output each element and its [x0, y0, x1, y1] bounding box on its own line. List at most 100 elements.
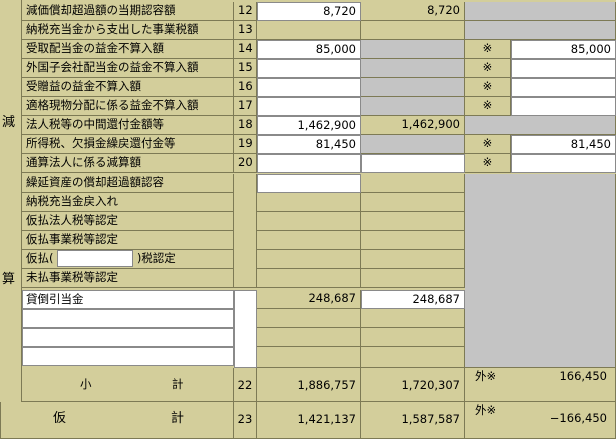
row-number: 13 — [234, 21, 257, 40]
row-label: 納税充当金戻入れ — [22, 193, 234, 212]
outflow-disabled — [465, 116, 616, 135]
row-number: 17 — [234, 97, 257, 116]
row-label: 受贈益の益金不算入額 — [22, 78, 234, 97]
row-label: 納税充当金から支出した事業税額 — [22, 21, 234, 40]
retained-input[interactable] — [361, 154, 465, 173]
retained-input — [361, 97, 465, 116]
number-blank — [234, 174, 257, 288]
retained-input — [361, 21, 465, 40]
total-input[interactable]: 85,000 — [257, 40, 361, 59]
outflow-input[interactable] — [511, 78, 616, 97]
retained-input — [361, 78, 465, 97]
total-input — [257, 21, 361, 40]
free-row-retained[interactable] — [361, 347, 465, 368]
side-label-gen: 減 — [2, 115, 16, 130]
karibarai-tax-input[interactable] — [57, 250, 134, 267]
row-label: 法人税等の中間還付金額等 — [22, 116, 234, 135]
row-number: 16 — [234, 78, 257, 97]
row-label: 適格現物分配に係る益金不算入額 — [22, 97, 234, 116]
free-row-total[interactable]: 248,687 — [257, 290, 361, 309]
total-cell — [257, 250, 361, 269]
subtotal-outflow: 166,450 — [559, 369, 607, 383]
retained-cell — [361, 193, 465, 212]
outflow-input[interactable] — [511, 59, 616, 78]
row-number: 14 — [234, 40, 257, 59]
outflow-input[interactable]: 81,450 — [511, 135, 616, 154]
outflow-disabled — [465, 21, 616, 40]
total-input[interactable]: 1,462,900 — [257, 116, 361, 135]
total-input[interactable]: 81,450 — [257, 135, 361, 154]
retained-input — [361, 59, 465, 78]
free-row-retained[interactable] — [361, 309, 465, 328]
provisional-label-a: 仮 — [53, 411, 67, 426]
row-number: 20 — [234, 154, 257, 173]
provisional-retained: 1,587,587 — [361, 402, 465, 439]
retained-input — [361, 135, 465, 154]
retained-cell — [361, 174, 465, 193]
outflow-input[interactable] — [511, 97, 616, 116]
free-row-label-input[interactable] — [22, 328, 234, 347]
total-input[interactable] — [257, 78, 361, 97]
subtotal-number: 22 — [234, 368, 257, 402]
outflow-flag: ※ — [465, 59, 511, 78]
row-label: 繰延資産の償却超過額認容 — [22, 174, 234, 193]
karibarai-row: 仮払( )税認定 — [22, 250, 234, 269]
total-cell — [257, 269, 361, 288]
retained-input: 8,720 — [361, 2, 465, 21]
free-row-label-input[interactable]: 貸倒引当金 — [22, 290, 234, 309]
outflow-flag: ※ — [465, 154, 511, 173]
provisional-number: 23 — [234, 402, 257, 439]
provisional-total: 1,421,137 — [257, 402, 361, 439]
subtotal-outflow-cell: 外※ 166,450 — [465, 368, 616, 402]
free-row-total[interactable] — [257, 309, 361, 328]
category-column — [0, 0, 22, 439]
row-label: 所得税、欠損金繰戻還付金等 — [22, 135, 234, 154]
provisional-flag: 外※ — [475, 403, 497, 417]
free-row-total[interactable] — [257, 347, 361, 368]
disposal-disabled-block — [465, 174, 616, 368]
retained-input: 1,462,900 — [361, 116, 465, 135]
outflow-flag: ※ — [465, 78, 511, 97]
total-input[interactable]: 8,720 — [257, 2, 361, 21]
total-cell — [257, 231, 361, 250]
row-label: 未払事業税等認定 — [22, 269, 234, 288]
total-input[interactable] — [257, 97, 361, 116]
outflow-flag: ※ — [465, 135, 511, 154]
provisional-outflow-cell: 外※ −166,450 — [465, 402, 616, 439]
subtotal-retained: 1,720,307 — [361, 368, 465, 402]
outflow-flag: ※ — [465, 97, 511, 116]
outflow-input[interactable]: 85,000 — [511, 40, 616, 59]
row-number: 12 — [234, 2, 257, 21]
subtotal-label-a: 小 — [80, 377, 92, 391]
subtotal-label-b: 計 — [172, 377, 184, 391]
total-cell — [257, 193, 361, 212]
outflow-input[interactable] — [511, 154, 616, 173]
subtotal-flag: 外※ — [475, 369, 497, 383]
free-row-retained[interactable]: 248,687 — [361, 290, 465, 309]
free-number-column — [234, 290, 257, 368]
row-label: 仮払事業税等認定 — [22, 231, 234, 250]
outflow-flag: ※ — [465, 40, 511, 59]
row-label: 通算法人に係る減算額 — [22, 154, 234, 173]
provisional-label-b: 計 — [171, 411, 185, 426]
retained-input — [361, 40, 465, 59]
outflow-disabled — [465, 2, 616, 21]
row-number: 18 — [234, 116, 257, 135]
provisional-outflow: −166,450 — [549, 411, 607, 425]
free-row-label-input[interactable] — [22, 347, 234, 366]
total-cell — [257, 212, 361, 231]
total-input[interactable] — [257, 154, 361, 173]
row-label: 外国子会社配当金の益金不算入額 — [22, 59, 234, 78]
free-row-label-input[interactable] — [22, 309, 234, 328]
free-row-total[interactable] — [257, 328, 361, 347]
row-label: 仮払法人税等認定 — [22, 212, 234, 231]
retained-cell — [361, 250, 465, 269]
total-input[interactable] — [257, 59, 361, 78]
free-row-retained[interactable] — [361, 328, 465, 347]
total-input[interactable] — [257, 174, 361, 193]
subtotal-label: 小 計 — [22, 368, 234, 402]
provisional-label: 仮 計 — [0, 402, 234, 439]
subtotal-total: 1,886,757 — [257, 368, 361, 402]
deduction-table: 減 算 減価償却超過額の当期認容額 12 8,720 8,720 納税充当金から支出した… — [0, 0, 616, 439]
retained-cell — [361, 269, 465, 288]
